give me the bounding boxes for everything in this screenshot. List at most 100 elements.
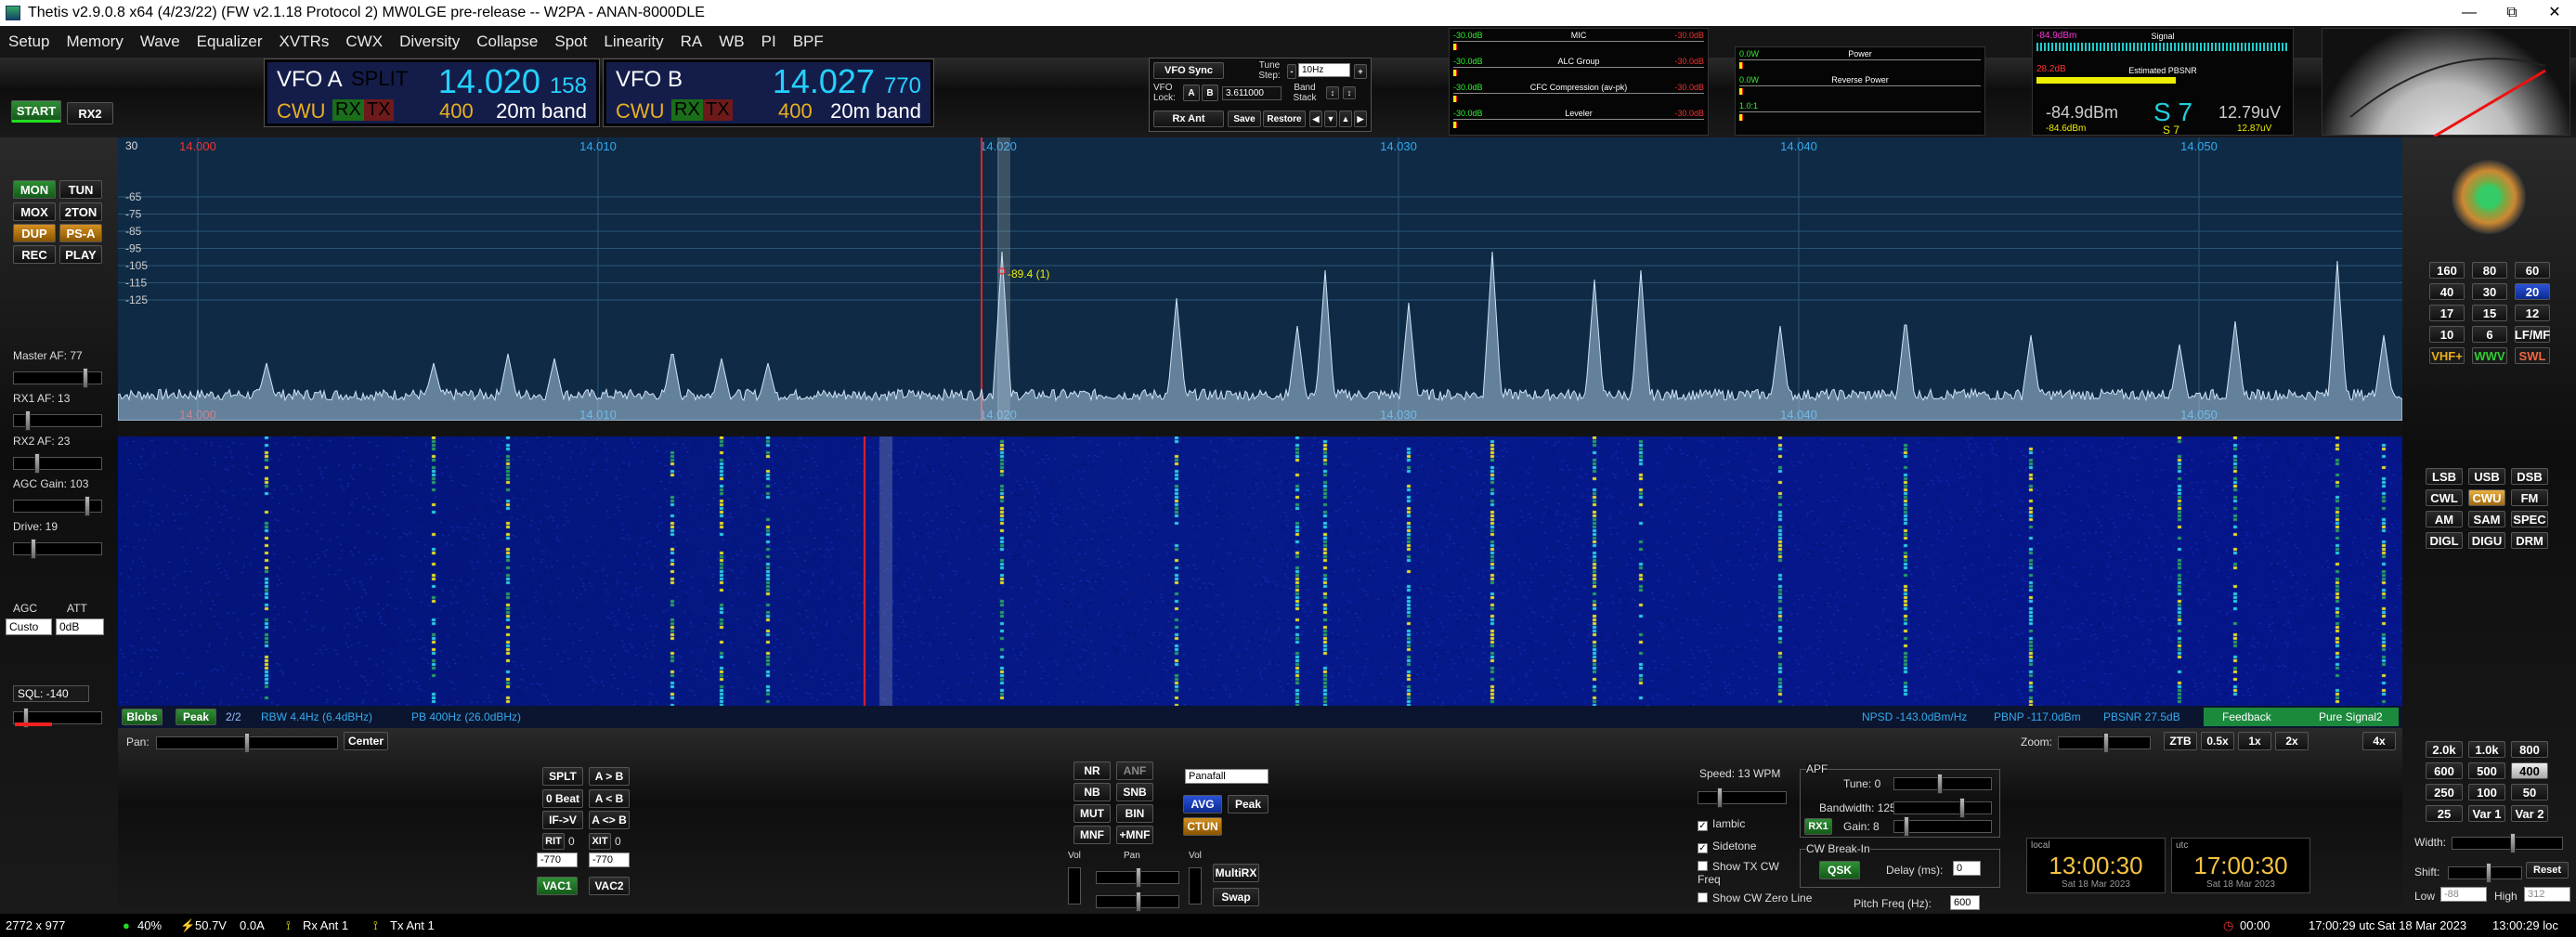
filter-button-var-2[interactable]: Var 2 <box>2511 805 2548 822</box>
band-button-vhf-[interactable]: VHF+ <box>2429 347 2465 364</box>
tune-step-select[interactable]: 10Hz <box>1298 63 1350 77</box>
agc-select[interactable]: Custo <box>6 618 52 635</box>
mut-button[interactable]: MUT <box>1073 804 1111 823</box>
down-arrow-icon[interactable]: ▼ <box>1324 111 1337 127</box>
bin-button[interactable]: BIN <box>1116 804 1153 823</box>
pan-rx2-slider[interactable] <box>1096 891 1179 912</box>
play-button[interactable]: PLAY <box>59 245 102 264</box>
if-to-v-button[interactable]: IF->V <box>542 811 583 829</box>
vol-slider[interactable] <box>1068 867 1081 904</box>
menu-item-cwx[interactable]: CWX <box>337 33 391 51</box>
filter-low-input[interactable]: -88 <box>2440 887 2487 902</box>
band-button-30[interactable]: 30 <box>2472 283 2507 300</box>
mode-button-cwl[interactable]: CWL <box>2426 489 2463 506</box>
tuning-knob-icon[interactable] <box>2452 160 2526 234</box>
band-button-lf-mf[interactable]: LF/MF <box>2515 326 2550 343</box>
rec-button[interactable]: REC <box>13 245 56 264</box>
dup-button[interactable]: DUP <box>13 224 56 242</box>
left-arrow-icon[interactable]: ◀ <box>1309 111 1322 127</box>
band-button-80[interactable]: 80 <box>2472 262 2507 279</box>
rx1-af-slider[interactable] <box>13 410 102 431</box>
right-arrow-icon[interactable]: ▶ <box>1354 111 1367 127</box>
menu-item-wb[interactable]: WB <box>710 33 752 51</box>
mode-button-digl[interactable]: DIGL <box>2426 532 2463 549</box>
filter-reset-button[interactable]: Reset <box>2526 862 2569 878</box>
mode-button-lsb[interactable]: LSB <box>2426 468 2463 485</box>
vol2-slider[interactable] <box>1189 867 1202 904</box>
filter-button-1-0k[interactable]: 1.0k <box>2468 741 2505 758</box>
master-af-slider[interactable] <box>13 368 102 388</box>
filter-width-slider[interactable] <box>2452 833 2563 853</box>
sidetone-checkbox[interactable]: ✓ Sidetone <box>1698 839 1756 853</box>
show-cw-zero-line-checkbox[interactable]: Show CW Zero Line <box>1698 891 1812 904</box>
close-icon[interactable]: ✕ <box>2533 0 2576 26</box>
mode-button-usb[interactable]: USB <box>2468 468 2505 485</box>
filter-button-400[interactable]: 400 <box>2511 762 2548 779</box>
zoom-slider[interactable] <box>2058 733 2151 753</box>
vfo-a-rx[interactable]: RX <box>332 99 364 121</box>
band-button-12[interactable]: 12 <box>2515 305 2550 321</box>
filter-button-500[interactable]: 500 <box>2468 762 2505 779</box>
filter-button-600[interactable]: 600 <box>2426 762 2463 779</box>
rx2-af-slider[interactable] <box>13 453 102 474</box>
split-button[interactable]: SPLT <box>542 767 583 786</box>
band-button-60[interactable]: 60 <box>2515 262 2550 279</box>
menu-item-xvtrs[interactable]: XVTRs <box>271 33 338 51</box>
nr-button[interactable]: NR <box>1073 761 1111 780</box>
band-button-20[interactable]: 20 <box>2515 283 2550 300</box>
b-to-a-button[interactable]: A < B <box>589 789 630 808</box>
minimize-icon[interactable]: — <box>2448 0 2491 26</box>
filter-button-800[interactable]: 800 <box>2511 741 2548 758</box>
vac2-button[interactable]: VAC2 <box>589 877 630 895</box>
ps-a-button[interactable]: PS-A <box>59 224 102 242</box>
show-tx-cw-freq-checkbox[interactable]: Show TX CW Freq <box>1698 860 1781 886</box>
zoom-2x-button[interactable]: 2x <box>2275 732 2309 750</box>
band-button-15[interactable]: 15 <box>2472 305 2507 321</box>
start-button[interactable]: START <box>11 100 61 123</box>
filter-shift-slider[interactable] <box>2448 863 2522 883</box>
drive-slider[interactable] <box>13 539 102 559</box>
zoom-half-button[interactable]: 0.5x <box>2201 732 2234 750</box>
mode-button-dsb[interactable]: DSB <box>2511 468 2548 485</box>
vfo-b-tx[interactable]: TX <box>703 99 733 121</box>
band-button-17[interactable]: 17 <box>2429 305 2465 321</box>
filter-button-25[interactable]: 25 <box>2426 805 2463 822</box>
zoom-1x-button[interactable]: 1x <box>2238 732 2271 750</box>
mode-button-digu[interactable]: DIGU <box>2468 532 2505 549</box>
mox-button[interactable]: MOX <box>13 202 56 221</box>
save-button[interactable]: Save <box>1228 111 1261 127</box>
restore-button[interactable]: Restore <box>1263 111 1306 127</box>
menu-item-collapse[interactable]: Collapse <box>468 33 546 51</box>
rit-button[interactable]: RIT <box>542 833 565 850</box>
menu-item-setup[interactable]: Setup <box>0 33 58 51</box>
filter-button-250[interactable]: 250 <box>2426 784 2463 800</box>
qsk-button[interactable]: QSK <box>1819 861 1860 879</box>
two-tone-button[interactable]: 2TON <box>59 202 102 221</box>
lock-b-button[interactable]: B <box>1202 85 1218 101</box>
ctun-button[interactable]: CTUN <box>1183 817 1222 836</box>
menu-item-linearity[interactable]: Linearity <box>595 33 671 51</box>
rx-ant-button[interactable]: Rx Ant <box>1153 111 1224 127</box>
vfo-a-panel[interactable]: VFO A SPLIT 14.020 158 CWU RX TX 400 20m… <box>265 59 599 126</box>
plus-mnf-button[interactable]: +MNF <box>1116 826 1153 844</box>
filter-button-var-1[interactable]: Var 1 <box>2468 805 2505 822</box>
tune-step-down[interactable]: - <box>1287 64 1296 79</box>
panadapter-display[interactable]: -65-75-85-95-105-115-12514.00014.00014.0… <box>117 137 2403 422</box>
tun-button[interactable]: TUN <box>59 180 102 199</box>
avg-button[interactable]: AVG <box>1183 795 1222 813</box>
pan-slider[interactable] <box>156 733 338 753</box>
vac1-button[interactable]: VAC1 <box>537 877 578 895</box>
mnf-button[interactable]: MNF <box>1073 826 1111 844</box>
menu-item-pi[interactable]: PI <box>753 33 785 51</box>
att-select[interactable]: 0dB <box>56 618 104 635</box>
cw-speed-slider[interactable] <box>1698 787 1787 808</box>
filter-high-input[interactable]: 312 <box>2524 887 2570 902</box>
apf-bandwidth-slider[interactable] <box>1893 798 1992 818</box>
agc-gain-slider[interactable] <box>13 496 102 516</box>
lock-a-button[interactable]: A <box>1183 85 1200 101</box>
tune-step-up[interactable]: + <box>1354 64 1367 79</box>
menu-item-memory[interactable]: Memory <box>58 33 131 51</box>
snb-button[interactable]: SNB <box>1116 783 1153 801</box>
mode-button-am[interactable]: AM <box>2426 511 2463 527</box>
restore-icon[interactable]: ⧉ <box>2491 0 2533 26</box>
